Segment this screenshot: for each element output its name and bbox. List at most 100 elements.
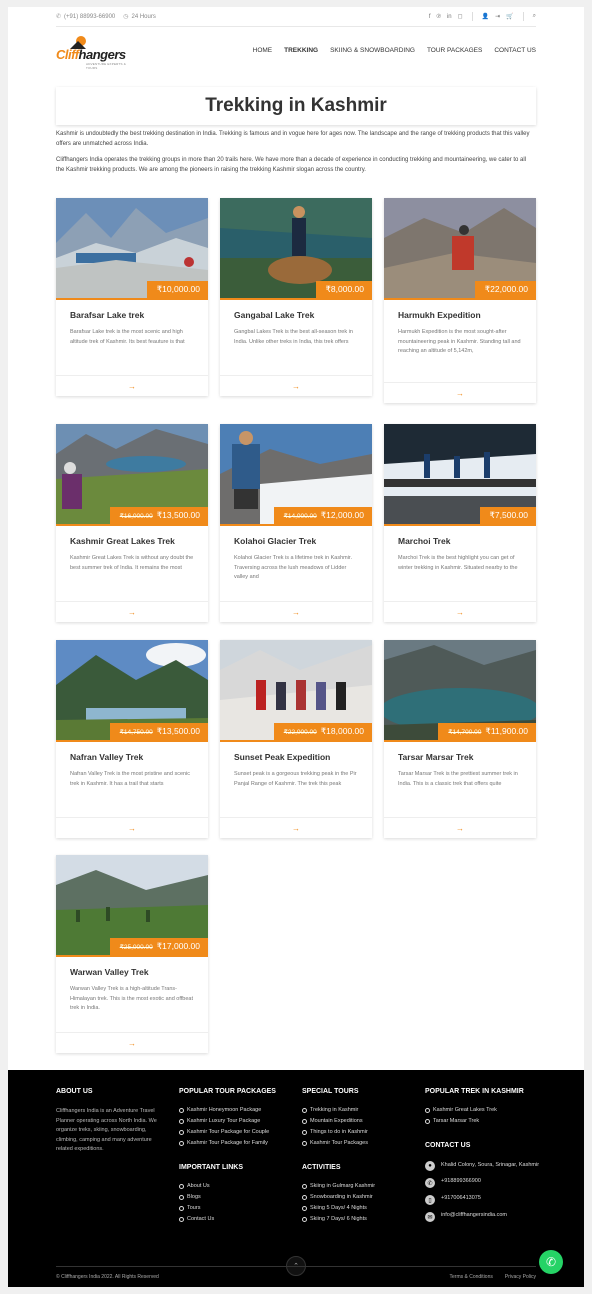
trek-card[interactable]: ₹22,000.00 ₹18,000.00 Sunset Peak Expediti… xyxy=(220,640,372,838)
read-more-button[interactable]: → xyxy=(56,817,208,838)
facebook-icon[interactable]: f xyxy=(429,14,431,20)
trek-title[interactable]: Warwan Valley Trek xyxy=(70,967,194,977)
trek-card[interactable]: ₹25,000.00 ₹17,000.00 Warwan Valley Trek Wa… xyxy=(56,855,208,1053)
old-price: ₹14,700.00 xyxy=(448,728,482,736)
trek-image[interactable]: ₹16,000.00 ₹13,500.00 xyxy=(56,424,208,524)
price: ₹12,000.00 xyxy=(320,510,364,520)
trek-card[interactable]: ₹8,000.00 Gangabal Lake Trek Gangbal Lakes… xyxy=(220,198,372,396)
intro: Kashmir is undoubtedly the best trekking… xyxy=(56,129,536,181)
footer-link[interactable]: Kashmir Luxury Tour Package xyxy=(179,1118,276,1124)
arrow-right-icon: → xyxy=(128,823,136,833)
footer-email[interactable]: ✉ info@cliffhangersindia.com xyxy=(425,1212,541,1222)
price-tag: ₹14,700.00 ₹11,900.00 xyxy=(438,723,536,740)
read-more-button[interactable]: → xyxy=(56,1032,208,1053)
read-more-button[interactable]: → xyxy=(220,817,372,838)
trek-image[interactable]: ₹7,500.00 xyxy=(384,424,536,524)
read-more-button[interactable]: → xyxy=(384,382,536,403)
trek-title[interactable]: Kashmir Great Lakes Trek xyxy=(70,536,194,546)
login-icon[interactable]: ⇥ xyxy=(495,13,500,20)
topbar-phone[interactable]: ✆ (+91) 88993-66900 xyxy=(56,13,115,21)
price-tag: ₹14,000.00 ₹12,000.00 xyxy=(273,507,372,524)
read-more-button[interactable]: → xyxy=(220,375,372,396)
footer-link[interactable]: Contact Us xyxy=(179,1216,276,1222)
trek-image[interactable]: ₹22,000.00 xyxy=(384,198,536,298)
read-more-button[interactable]: → xyxy=(384,817,536,838)
trek-description: Warwan Valley Trek is a high-altitude Tr… xyxy=(70,986,193,1011)
trek-image[interactable]: ₹14,000.00 ₹12,000.00 xyxy=(220,424,372,524)
footer-link[interactable]: Snowboarding in Kashmir xyxy=(302,1194,375,1200)
main-nav: HOME TREKKING SKIING & SNOWBOARDING TOUR… xyxy=(253,47,536,54)
footer-link[interactable]: Skiing in Gulmarg Kashmir xyxy=(302,1183,375,1189)
pinterest-icon[interactable]: ℗ xyxy=(437,14,441,20)
add-user-icon[interactable]: 👤 xyxy=(482,13,489,20)
footer-link[interactable]: Kashmir Tour Packages xyxy=(302,1140,375,1146)
old-price: ₹14,000.00 xyxy=(283,512,317,520)
trek-title[interactable]: Gangabal Lake Trek xyxy=(234,310,358,320)
footer-link[interactable]: Tarsar Marsar Trek xyxy=(425,1118,541,1124)
read-more-button[interactable]: → xyxy=(56,375,208,396)
divider xyxy=(522,12,524,21)
price: ₹11,900.00 xyxy=(485,726,528,736)
logo[interactable]: Cliffhangers ADVENTURE EXPERTS & TOURS xyxy=(56,32,136,70)
cart-icon[interactable]: 🛒 xyxy=(506,13,513,20)
footer-link[interactable]: Kashmir Honeymoon Package xyxy=(179,1107,276,1113)
footer-link[interactable]: About Us xyxy=(179,1183,276,1189)
trek-title[interactable]: Sunset Peak Expedition xyxy=(234,752,358,762)
footer-link[interactable]: Skiing 7 Days/ 6 Nights xyxy=(302,1216,375,1222)
nav-contact[interactable]: CONTACT US xyxy=(494,47,536,54)
trek-card[interactable]: ₹10,000.00 Barafsar Lake trek Barafsar Lak… xyxy=(56,198,208,396)
trek-image[interactable]: ₹25,000.00 ₹17,000.00 xyxy=(56,855,208,955)
whatsapp-button[interactable]: ✆ xyxy=(539,1250,563,1274)
footer-link[interactable]: Kashmir Tour Package for Couple xyxy=(179,1129,276,1135)
footer-link[interactable]: Kashmir Great Lakes Trek xyxy=(425,1107,541,1113)
instagram-icon[interactable]: ◻ xyxy=(458,13,463,20)
trek-card[interactable]: ₹14,000.00 ₹12,000.00 Kolahoi Glacier Trek… xyxy=(220,424,372,622)
search-icon[interactable]: ⌕ xyxy=(533,13,536,20)
linkedin-icon[interactable]: in xyxy=(447,14,452,20)
footer-link[interactable]: Tours xyxy=(179,1205,276,1211)
trek-card[interactable]: ₹7,500.00 Marchoi Trek Marchoi Trek is the… xyxy=(384,424,536,622)
trek-title[interactable]: Nafran Valley Trek xyxy=(70,752,194,762)
trek-image[interactable]: ₹14,700.00 ₹11,900.00 xyxy=(384,640,536,740)
arrow-right-icon: → xyxy=(128,381,136,391)
price: ₹8,000.00 xyxy=(325,284,365,294)
terms-link[interactable]: Terms & Conditions xyxy=(450,1274,493,1280)
price: ₹10,000.00 xyxy=(156,284,200,294)
trek-card[interactable]: ₹16,000.00 ₹13,500.00 Kashmir Great Lakes … xyxy=(56,424,208,622)
nav-skiing[interactable]: SKIING & SNOWBOARDING xyxy=(330,47,415,54)
divider xyxy=(471,12,473,21)
trek-card[interactable]: ₹22,000.00 Harmukh Expedition Harmukh Expe… xyxy=(384,198,536,403)
price-tag: ₹16,000.00 ₹13,500.00 xyxy=(109,507,208,524)
trek-title[interactable]: Tarsar Marsar Trek xyxy=(398,752,522,762)
trek-title[interactable]: Marchoi Trek xyxy=(398,536,522,546)
footer-link[interactable]: Trekking in Kashmir xyxy=(302,1107,375,1113)
footer-phone[interactable]: ▯ +917006413075 xyxy=(425,1195,541,1205)
trek-description: Sunset peak is a gorgeous trekking peak … xyxy=(234,771,357,787)
trek-image[interactable]: ₹10,000.00 xyxy=(56,198,208,298)
trek-image[interactable]: ₹14,750.00 ₹13,500.00 xyxy=(56,640,208,740)
footer-link[interactable]: Mountain Expeditions xyxy=(302,1118,375,1124)
footer-link[interactable]: Blogs xyxy=(179,1194,276,1200)
footer-phone[interactable]: ✆ +918899366900 xyxy=(425,1178,541,1188)
whatsapp-icon: ✆ xyxy=(545,1255,557,1269)
privacy-link[interactable]: Privacy Policy xyxy=(505,1274,536,1280)
trek-image[interactable]: ₹8,000.00 xyxy=(220,198,372,298)
trek-title[interactable]: Barafsar Lake trek xyxy=(70,310,194,320)
footer-link[interactable]: Kashmir Tour Package for Family xyxy=(179,1140,276,1146)
location-icon: ● xyxy=(425,1161,435,1171)
nav-trekking[interactable]: TREKKING xyxy=(284,47,318,54)
trek-title[interactable]: Kolahoi Glacier Trek xyxy=(234,536,358,546)
nav-tour-packages[interactable]: TOUR PACKAGES xyxy=(427,47,482,54)
footer-link[interactable]: Skiing 5 Days/ 4 Nights xyxy=(302,1205,375,1211)
read-more-button[interactable]: → xyxy=(384,601,536,622)
read-more-button[interactable]: → xyxy=(56,601,208,622)
read-more-button[interactable]: → xyxy=(220,601,372,622)
trek-card[interactable]: ₹14,700.00 ₹11,900.00 Tarsar Marsar Trek Ta… xyxy=(384,640,536,838)
footer-link[interactable]: Things to do in Kashmir xyxy=(302,1129,375,1135)
nav-home[interactable]: HOME xyxy=(253,47,273,54)
trek-card[interactable]: ₹14,750.00 ₹13,500.00 Nafran Valley Trek Na… xyxy=(56,640,208,838)
price: ₹13,500.00 xyxy=(156,510,200,520)
phone-icon: ✆ xyxy=(56,14,62,20)
trek-image[interactable]: ₹22,000.00 ₹18,000.00 xyxy=(220,640,372,740)
trek-title[interactable]: Harmukh Expedition xyxy=(398,310,522,320)
